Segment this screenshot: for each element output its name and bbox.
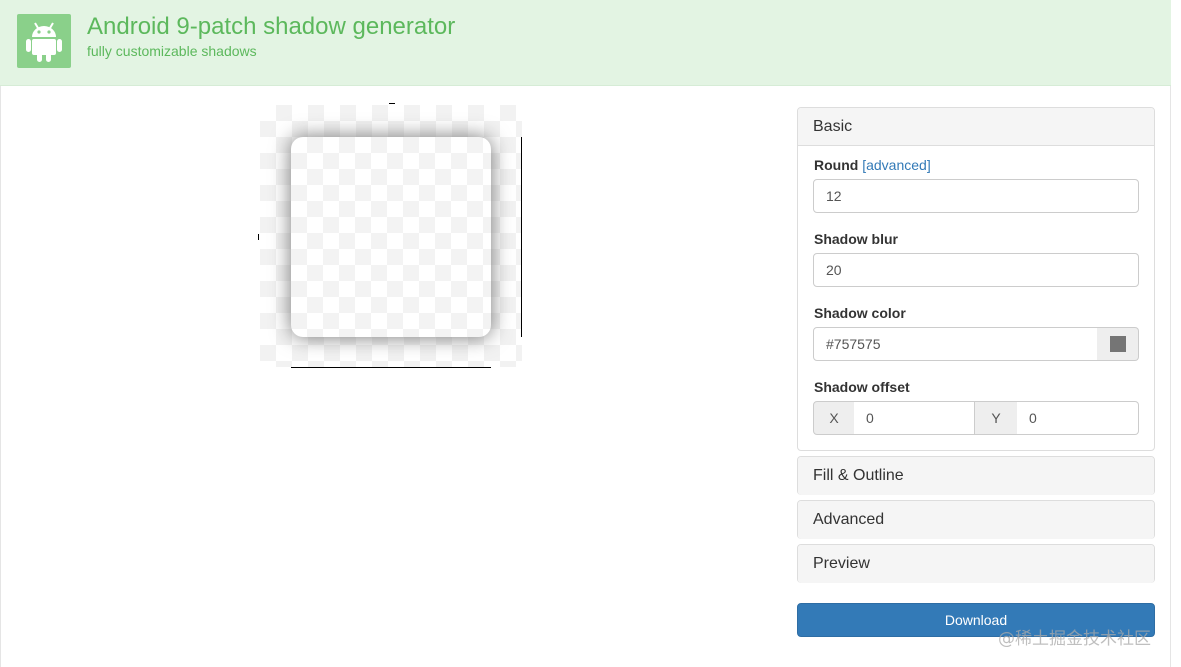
- offset-x-addon: X: [813, 401, 855, 435]
- basic-panel-heading[interactable]: Basic: [798, 108, 1154, 146]
- fill-outline-heading[interactable]: Fill & Outline: [798, 457, 1154, 495]
- page-subtitle: fully customizable shadows: [87, 43, 257, 59]
- shadow-color-label: Shadow color: [814, 305, 906, 321]
- fill-outline-panel[interactable]: Fill & Outline: [797, 456, 1155, 495]
- nine-patch-content-marker-bottom: [291, 367, 491, 368]
- basic-panel: Basic Round [advanced] 12 Shadow blur 20…: [797, 107, 1155, 451]
- preview-panel[interactable]: Preview: [797, 544, 1155, 583]
- page-title: Android 9-patch shadow generator: [87, 13, 456, 40]
- advanced-panel[interactable]: Advanced: [797, 500, 1155, 539]
- nine-patch-stretch-marker-left: [258, 234, 259, 240]
- offset-x-input[interactable]: 0: [854, 401, 975, 435]
- page-border: [0, 0, 1, 667]
- page-border: [1170, 0, 1171, 667]
- color-swatch: [1110, 336, 1126, 352]
- advanced-heading[interactable]: Advanced: [798, 501, 1154, 539]
- preview-heading[interactable]: Preview: [798, 545, 1154, 583]
- shadow-color-input[interactable]: #757575: [813, 327, 1098, 361]
- shadow-blur-input[interactable]: 20: [813, 253, 1139, 287]
- nine-patch-content-marker-right: [521, 137, 522, 337]
- watermark: @稀土掘金技术社区: [998, 629, 1151, 649]
- shadow-preview-canvas: [258, 103, 524, 370]
- advanced-round-link[interactable]: [advanced]: [862, 157, 931, 173]
- shadow-blur-label: Shadow blur: [814, 231, 898, 247]
- offset-y-addon: Y: [974, 401, 1018, 435]
- shadow-preview-box: [291, 137, 491, 337]
- app-header: Android 9-patch shadow generator fully c…: [0, 0, 1171, 86]
- shadow-offset-label: Shadow offset: [814, 379, 910, 395]
- android-robot-icon: [17, 14, 71, 68]
- color-picker-button[interactable]: [1097, 327, 1139, 361]
- round-input[interactable]: 12: [813, 179, 1139, 213]
- nine-patch-stretch-marker-top: [389, 103, 395, 104]
- round-label: Round [advanced]: [814, 157, 931, 173]
- offset-y-input[interactable]: 0: [1017, 401, 1139, 435]
